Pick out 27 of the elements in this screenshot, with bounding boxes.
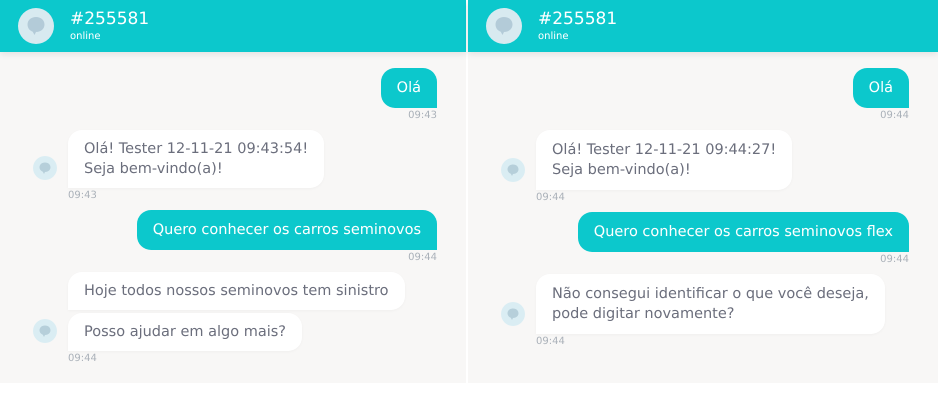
received-message: Olá! Tester 12-11-21 09:44:27! Seja bem-vindo(a)! <box>536 130 792 190</box>
received-message: Hoje todos nossos seminovos tem sinistro <box>68 272 405 310</box>
sent-message: Olá <box>852 68 909 108</box>
chat-title: #255581 <box>70 8 150 30</box>
received-message: Olá! Tester 12-11-21 09:43:54! Seja bem-vindo(a)! <box>68 130 324 188</box>
sent-message: Quero conhecer os carros seminovos <box>136 210 437 250</box>
message-time: 09:44 <box>68 352 98 366</box>
message-time: 09:44 <box>536 335 566 349</box>
message-time: 09:44 <box>408 251 437 265</box>
received-message: Posso ajudar em algo mais? <box>68 313 302 351</box>
chat-bubble-avatar-icon <box>501 158 525 182</box>
sent-message: Quero conhecer os carros seminovos flex <box>578 212 909 252</box>
message-time: 09:44 <box>880 109 909 123</box>
sent-message: Olá <box>380 68 437 108</box>
chat-bubble-avatar-icon <box>18 8 54 44</box>
status-label: online <box>538 30 570 44</box>
message-time: 09:44 <box>880 253 909 267</box>
received-message: Não consegui identificar o que você deseja, pode digitar novamente? <box>536 274 885 334</box>
chat-bubble-avatar-icon <box>33 319 57 343</box>
message-time: 09:43 <box>68 189 98 203</box>
message-time: 09:43 <box>408 109 437 123</box>
chat-bubble-avatar-icon <box>486 8 522 44</box>
status-label: online <box>70 30 102 44</box>
chat-bubble-avatar-icon <box>33 156 57 180</box>
message-time: 09:44 <box>536 191 566 205</box>
chat-title: #255581 <box>538 8 618 30</box>
chat-bubble-avatar-icon <box>501 302 525 326</box>
